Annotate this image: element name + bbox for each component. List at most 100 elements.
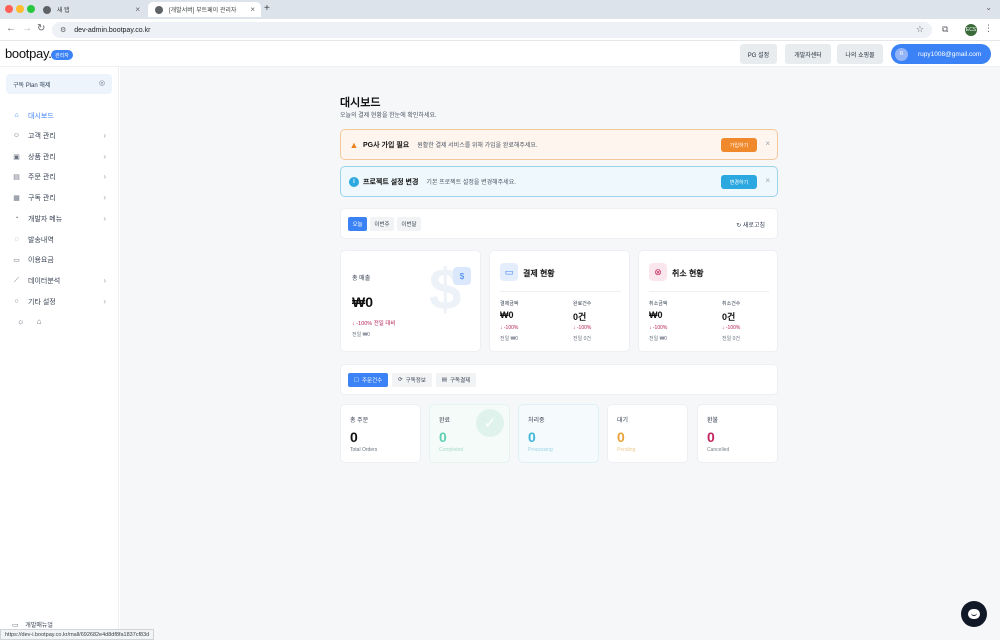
chevron-right-icon: › [103, 214, 106, 223]
sync-icon: ⟳ [398, 377, 403, 383]
tab-label: 주문건수 [361, 378, 383, 384]
sidebar-item[interactable]: ▤ 주문 관리 › [6, 168, 112, 185]
sales-change: ↓ -100% 전일 대비 [352, 321, 396, 327]
plan-toggle-button[interactable]: 구독 Plan 해제 ◎ [6, 74, 112, 94]
profile-avatar[interactable]: ECS [965, 24, 977, 36]
sidebar-item[interactable]: ▭ 이용요금 [6, 251, 112, 268]
alert-title: 프로젝트 설정 변경 [363, 178, 419, 186]
zoom-window-button[interactable] [27, 5, 35, 13]
stat-label: 환불 [707, 418, 719, 424]
page-subtitle: 오늘의 결제 현황을 한눈에 확인하세요. [340, 113, 437, 119]
sidebar-item[interactable]: ▦ 구독 관리 › [6, 189, 112, 206]
url-text: dev-admin.bootpay.co.kr [74, 26, 151, 34]
forward-arrow-icon[interactable]: → [22, 23, 32, 34]
new-tab-button[interactable]: + [264, 3, 270, 14]
divider [649, 291, 769, 292]
reload-icon[interactable]: ↻ [37, 23, 45, 34]
sidebar-item[interactable]: ⟋ 데이터분석 › [6, 272, 112, 289]
sidebar-item[interactable]: ⌂ 대시보드 [6, 107, 112, 124]
order-stat-pending: 대기 0 Pending [607, 404, 688, 463]
close-tab-icon[interactable]: × [250, 5, 255, 14]
project-settings-alert: i 프로젝트 설정 변경 기본 프로젝트 설정을 변경해주세요. 변경하기 × [340, 166, 778, 197]
admin-badge: 관리자 [51, 50, 73, 60]
my-stores-button[interactable]: 나의 쇼핑몰 [837, 44, 883, 64]
sidebar-item[interactable]: ◔ 개발자 메뉴 › [6, 210, 112, 227]
sidebar-item-label: 발송내역 [28, 236, 54, 244]
tab-this-week[interactable]: 이번주 [370, 217, 394, 231]
payment-count-label: 완료건수 [573, 301, 592, 307]
stat-sub: Processing [528, 447, 553, 453]
chat-icon [968, 609, 980, 619]
tab-today[interactable]: 오늘 [348, 217, 367, 231]
cancel-count-value: 0건 [722, 312, 736, 322]
bookmark-star-icon[interactable]: ☆ [916, 24, 924, 35]
order-stat-total: 총 주문 0 Total Orders [340, 404, 421, 463]
sales-label: 총 매출 [352, 276, 371, 282]
status-bar-url: https://dev-i.bootpay.co.kr/mall/692682e… [0, 629, 155, 640]
sales-previous: 전일 ₩0 [352, 332, 371, 338]
settings-icon: ○ [14, 298, 19, 305]
stat-sub: Completed [439, 447, 464, 453]
tab-label: 구독정보 [405, 378, 426, 384]
bootpay-logo[interactable]: bootpay. [5, 46, 52, 61]
payment-amount-label: 결제금액 [500, 301, 519, 307]
sidebar-item-label: 구독 관리 [28, 194, 56, 202]
chevron-right-icon: › [103, 172, 106, 181]
sidebar: 구독 Plan 해제 ◎ ⌂ 대시보드 ☺ 고객 관리 › ▣ 상품 관리 › ▤ 주문 관리 › ▦… [0, 67, 119, 640]
close-icon[interactable]: × [765, 139, 770, 148]
extensions-icon[interactable]: ⧉ [942, 24, 948, 35]
tab-this-month[interactable]: 이번달 [397, 217, 421, 231]
signup-button[interactable]: 가입하기 [721, 138, 757, 152]
tab-order-count[interactable]: ▢ 주문건수 [348, 373, 388, 387]
refresh-label: 새로고침 [742, 223, 765, 229]
sidebar-item[interactable]: ○ 기타 설정 › [6, 293, 112, 310]
cancel-count-previous: 전일 0건 [722, 336, 740, 342]
back-arrow-icon[interactable]: ← [6, 23, 16, 34]
change-button[interactable]: 변경하기 [721, 175, 757, 189]
tab-subscription-info[interactable]: ⟳ 구독정보 [392, 373, 432, 387]
sun-icon[interactable]: ☼ [17, 317, 24, 326]
warning-icon: ▲ [349, 139, 359, 150]
cancel-amount-value: ₩0 [649, 310, 663, 320]
sidebar-item[interactable]: ☺ 고객 관리 › [6, 127, 112, 144]
book-icon: ▭ [12, 622, 19, 629]
user-account-button[interactable]: R rupy1008@gmail.com [891, 44, 991, 64]
sidebar-item[interactable]: ◌ 발송내역 [6, 231, 112, 248]
chevron-right-icon: › [103, 131, 106, 140]
address-bar[interactable]: ⚙ dev-admin.bootpay.co.kr ☆ [52, 22, 932, 38]
browser-menu-icon[interactable]: ⋮ [984, 23, 993, 34]
sidebar-item-label: 개발자 메뉴 [28, 215, 63, 223]
close-tab-icon[interactable]: × [135, 5, 140, 14]
chevron-right-icon: › [103, 276, 106, 285]
refresh-button[interactable]: ↻ 새로고침 [736, 220, 765, 229]
order-stat-processing: 처리중 0 Processing [518, 404, 599, 463]
page-title: 대시보드 [340, 97, 381, 109]
close-window-button[interactable] [5, 5, 13, 13]
dev-manual-link[interactable]: ▭ 개발매뉴얼 [12, 620, 53, 629]
divider [500, 291, 621, 292]
pg-settings-button[interactable]: PG 설정 [740, 44, 777, 64]
browser-tab-new[interactable]: 새 탭 × [36, 2, 146, 17]
site-info-icon[interactable]: ⚙ [60, 26, 66, 34]
cancel-amount-previous: 전일 ₩0 [649, 336, 668, 342]
close-icon[interactable]: × [765, 176, 770, 185]
minimize-window-button[interactable] [16, 5, 24, 13]
subscription-icon: ▦ [13, 194, 20, 202]
browser-tab-admin[interactable]: [개발서버] 부트페이 관리자 × [148, 2, 261, 17]
alert-description: 원활한 결제 서비스를 위해 가입을 완료해주세요. [417, 143, 538, 149]
tab-subscription-payment[interactable]: ▤ 구독결제 [436, 373, 476, 387]
cancel-status-card: ⊗ 취소 현황 취소금액 ₩0 ↓ -100% 전일 ₩0 취소건수 0건 ↓ … [638, 250, 778, 352]
users-icon: ☺ [12, 132, 21, 139]
chevron-right-icon: › [103, 152, 106, 161]
tab-search-chevron-icon[interactable]: ⌄ [985, 3, 992, 12]
stat-label: 총 주문 [350, 418, 369, 424]
check-circle-icon: ✓ [476, 409, 504, 437]
period-filter-bar: 오늘 이번주 이번달 ↻ 새로고침 [340, 208, 778, 239]
sidebar-item[interactable]: ▣ 상품 관리 › [6, 148, 112, 165]
sidebar-item-label: 고객 관리 [28, 132, 56, 140]
chat-support-button[interactable] [961, 601, 987, 627]
cancel-amount-label: 취소금액 [649, 301, 668, 307]
stat-label: 처리중 [528, 418, 545, 424]
dev-center-button[interactable]: 개발자센터 [785, 44, 831, 64]
bank-icon[interactable]: ⌂ [37, 317, 42, 326]
